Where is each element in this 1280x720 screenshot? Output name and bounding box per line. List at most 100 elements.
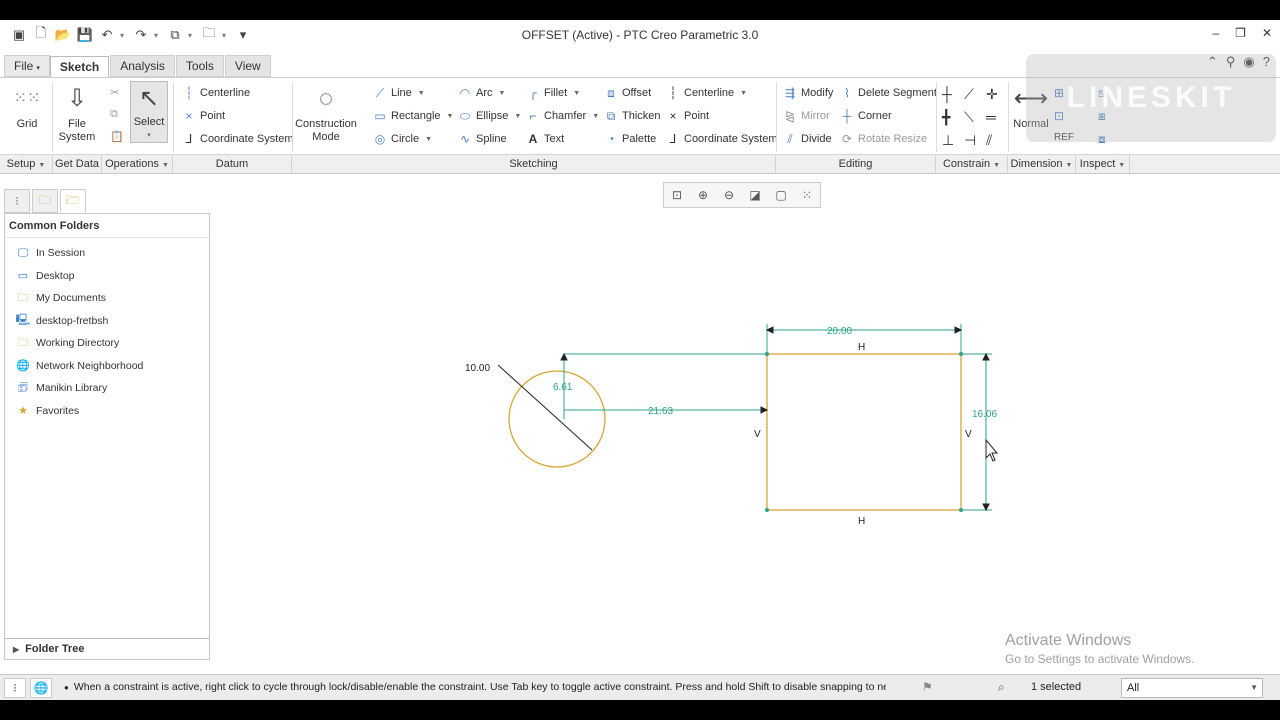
new-file-icon[interactable]: 🗋 [32, 25, 50, 44]
copy-icon[interactable]: ⧉ [110, 108, 118, 121]
nav-item-working-directory[interactable]: 🗀 Working Directory [5, 332, 209, 355]
tab-tools[interactable]: Tools [175, 55, 224, 77]
toggle-navigator-icon[interactable]: ⁝ [4, 677, 26, 698]
rectangle-button[interactable]: ▭ Rectangle ▼ [373, 109, 453, 123]
delete-segment-button[interactable]: ⌇ Delete Segment [840, 86, 937, 100]
grid-button[interactable]: ⁙⁙ Grid [8, 82, 46, 131]
sketch-point-button[interactable]: × Point [666, 109, 709, 123]
minimize-button[interactable]: – [1212, 26, 1219, 40]
sketch-centerline-button[interactable]: ┆ Centerline ▼ [666, 86, 747, 100]
horizontal-offset-label[interactable]: 21.63 [648, 406, 673, 417]
rectangle-geometry[interactable] [766, 353, 962, 511]
modify-button[interactable]: ⇶ Modify [783, 86, 833, 100]
arc-button[interactable]: ◠ Arc ▼ [458, 86, 506, 100]
rotate-resize-button[interactable]: ⟳ Rotate Resize [840, 132, 927, 146]
windows-dropdown-icon[interactable]: ▾ [222, 31, 230, 40]
tab-sketch[interactable]: Sketch [49, 56, 110, 77]
tangent-constraint-icon[interactable]: ⟋ [964, 86, 974, 103]
app-icon[interactable]: ▣ [10, 26, 28, 44]
midpoint-constraint-icon[interactable]: ✛ [986, 86, 998, 103]
regenerate-dropdown-icon[interactable]: ▾ [188, 31, 196, 40]
diameter-dimension-label[interactable]: 10.00 [465, 363, 490, 374]
model-tree-tab[interactable]: ⁝ [4, 189, 30, 213]
tab-analysis[interactable]: Analysis [110, 55, 175, 77]
paste-icon[interactable]: 📋 [110, 130, 124, 143]
horizontal-constraint-bottom[interactable]: H [858, 516, 865, 527]
vertical-constraint-left[interactable]: V [754, 429, 761, 440]
vertical-constraint-icon[interactable]: ┼ [942, 86, 952, 102]
datum-centerline-button[interactable]: ┆ Centerline [182, 86, 250, 100]
tab-file[interactable]: File ▾ [4, 55, 50, 77]
zoom-in-icon[interactable]: ⊕ [690, 183, 716, 207]
nav-item-in-session[interactable]: 🖵 In Session [5, 242, 209, 265]
close-button[interactable]: ✕ [1262, 26, 1272, 40]
maximize-button[interactable]: ❐ [1235, 26, 1246, 40]
windows-icon[interactable]: 🗀 [200, 25, 218, 44]
nav-item-manikin-library[interactable]: 🗊 Manikin Library [5, 377, 209, 400]
circle-button[interactable]: ◎ Circle ▼ [373, 132, 432, 146]
display-style-icon[interactable]: ▢ [768, 183, 794, 207]
divide-button[interactable]: ⫽ Divide [783, 132, 831, 146]
group-dimension[interactable]: Dimension ▼ [1008, 155, 1076, 174]
regenerate-icon[interactable]: ⧉ [166, 26, 184, 44]
coincident-constraint-icon[interactable]: ⟍ [964, 109, 974, 126]
spline-button[interactable]: ∿ Spline [458, 132, 507, 146]
vertical-constraint-right[interactable]: V [965, 429, 972, 440]
vertical-offset-label[interactable]: 6.61 [553, 382, 573, 393]
group-operations[interactable]: Operations ▼ [102, 155, 173, 174]
customize-toolbar-icon[interactable]: ▾ [234, 26, 252, 44]
zoom-out-icon[interactable]: ⊖ [716, 183, 742, 207]
text-button[interactable]: A Text [526, 132, 565, 146]
offset-button[interactable]: ⧈ Offset [604, 86, 651, 100]
mirror-button[interactable]: ⧎ Mirror [783, 109, 830, 123]
save-icon[interactable]: 💾 [76, 26, 94, 44]
chamfer-button[interactable]: ⌐ Chamfer ▼ [526, 109, 599, 123]
nav-item-my-documents[interactable]: 🗀 My Documents [5, 287, 209, 310]
undo-icon[interactable]: ↶ [98, 26, 116, 44]
file-system-button[interactable]: ⇩ File System [56, 82, 98, 144]
select-button[interactable]: ↖ Select ▾ [130, 81, 168, 143]
undo-dropdown-icon[interactable]: ▾ [120, 31, 128, 40]
cut-icon[interactable]: ✂ [110, 86, 119, 99]
line-button[interactable]: ⟋ Line ▼ [373, 86, 425, 100]
group-inspect[interactable]: Inspect ▼ [1076, 155, 1130, 174]
sketch-coordinate-system-button[interactable]: ⅃ Coordinate System [666, 132, 778, 146]
open-folder-icon[interactable]: 📂 [54, 26, 72, 44]
datum-coordinate-system-button[interactable]: ⅃ Coordinate System [182, 132, 294, 146]
datum-point-button[interactable]: × Point [182, 109, 225, 123]
select-dropdown-icon[interactable]: ▾ [131, 129, 167, 142]
refit-icon[interactable]: ⊡ [664, 183, 690, 207]
redo-dropdown-icon[interactable]: ▾ [154, 31, 162, 40]
sketcher-display-filters-icon[interactable]: ⁙ [794, 183, 820, 207]
redo-icon[interactable]: ↷ [132, 26, 150, 44]
favorites-tab[interactable]: 🗁 [60, 189, 86, 213]
nav-item-favorites[interactable]: ★ Favorites [5, 400, 209, 423]
group-constrain[interactable]: Constrain ▼ [936, 155, 1008, 174]
selection-filter-select[interactable]: All ▼ [1121, 678, 1263, 698]
corner-button[interactable]: ┼ Corner [840, 109, 892, 123]
folder-tree-toggle[interactable]: ▶ Folder Tree [4, 638, 210, 660]
equal-constraint-icon[interactable]: ═ [986, 109, 996, 125]
vertex-point[interactable] [765, 508, 769, 512]
tab-view[interactable]: View [224, 55, 271, 77]
width-dimension-label[interactable]: 20.00 [827, 326, 852, 337]
nav-item-desktop[interactable]: ▭ Desktop [5, 265, 209, 288]
flag-icon[interactable]: ⚑ [922, 680, 933, 694]
height-dimension-label[interactable]: 16.06 [972, 409, 997, 420]
palette-button[interactable]: ◔ Palette [604, 132, 656, 146]
perpendicular-constraint-icon[interactable]: ⊥ [942, 132, 954, 149]
repaint-icon[interactable]: ◪ [742, 183, 768, 207]
find-icon[interactable]: ⌕ [998, 680, 1005, 695]
toggle-browser-icon[interactable]: 🌐 [30, 677, 52, 698]
sketch-canvas[interactable]: 20.00 16.06 6.61 21.63 10.00 H H V V [212, 174, 1280, 672]
fillet-button[interactable]: ╭ Fillet ▼ [526, 86, 580, 100]
symmetric-constraint-icon[interactable]: ⊣ [964, 132, 976, 149]
construction-mode-button[interactable]: ◌ Construction Mode [294, 82, 358, 144]
ellipse-button[interactable]: ⬭ Ellipse ▼ [458, 109, 521, 123]
horizontal-constraint-icon[interactable]: ╋ [942, 109, 950, 126]
group-setup[interactable]: Setup ▼ [0, 155, 53, 174]
folder-browser-tab[interactable]: 🗀 [32, 189, 58, 213]
nav-item-network-neighborhood[interactable]: 🌐 Network Neighborhood [5, 355, 209, 378]
thicken-button[interactable]: ⧉ Thicken [604, 109, 661, 123]
horizontal-constraint-top[interactable]: H [858, 342, 865, 353]
